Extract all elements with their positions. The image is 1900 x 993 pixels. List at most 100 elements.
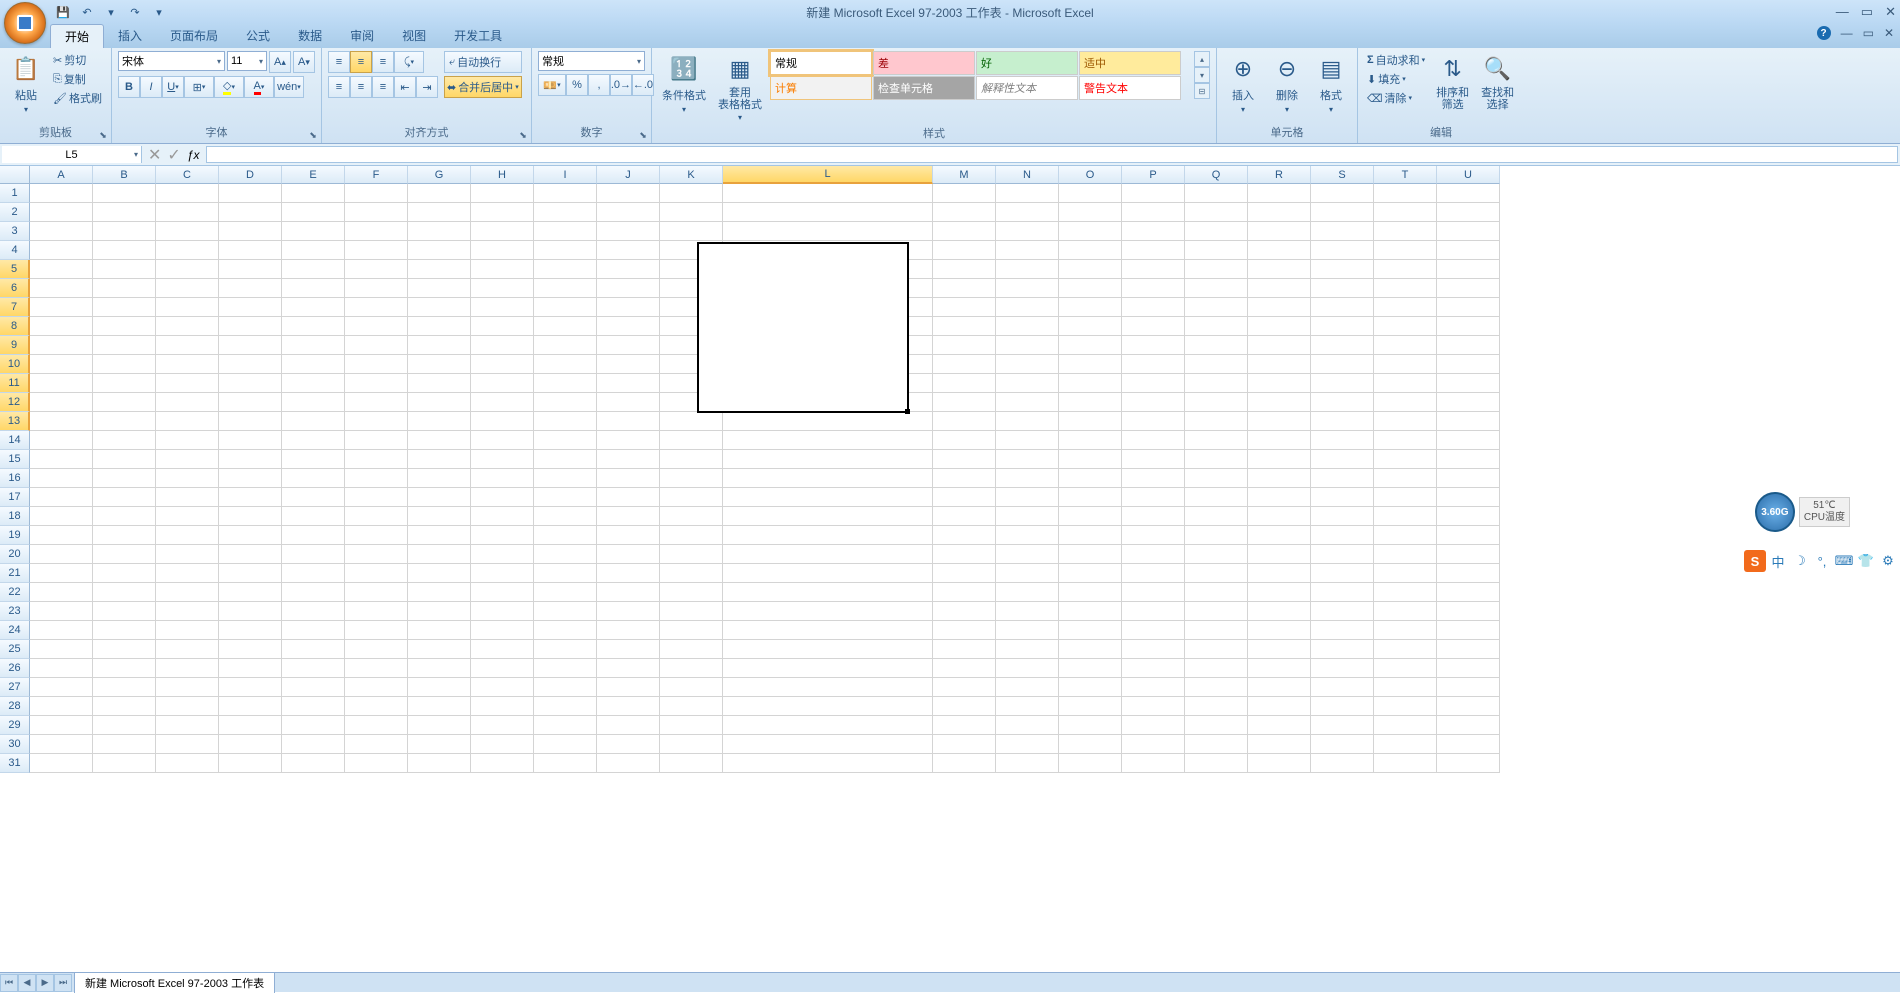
cell[interactable] xyxy=(597,716,660,735)
cell[interactable] xyxy=(723,678,933,697)
spreadsheet-grid[interactable]: ABCDEFGHIJKLMNOPQRSTU 123456789101112131… xyxy=(0,166,1900,786)
cell[interactable] xyxy=(471,754,534,773)
col-header-D[interactable]: D xyxy=(219,166,282,184)
cell[interactable] xyxy=(1059,203,1122,222)
cell[interactable] xyxy=(996,716,1059,735)
cell[interactable] xyxy=(660,564,723,583)
cell[interactable] xyxy=(1185,222,1248,241)
cell[interactable] xyxy=(156,735,219,754)
cell[interactable] xyxy=(471,678,534,697)
cell[interactable] xyxy=(93,279,156,298)
row-header-10[interactable]: 10 xyxy=(0,355,30,374)
cell[interactable] xyxy=(723,355,933,374)
cell[interactable] xyxy=(723,298,933,317)
cell[interactable] xyxy=(1437,203,1500,222)
col-header-N[interactable]: N xyxy=(996,166,1059,184)
cell[interactable] xyxy=(30,545,93,564)
cell[interactable] xyxy=(1311,203,1374,222)
cell[interactable] xyxy=(1185,450,1248,469)
tab-审阅[interactable]: 审阅 xyxy=(336,24,388,48)
cell[interactable] xyxy=(723,716,933,735)
cell[interactable] xyxy=(471,279,534,298)
cell[interactable] xyxy=(345,526,408,545)
row-header-26[interactable]: 26 xyxy=(0,659,30,678)
save-icon[interactable]: 💾 xyxy=(54,3,72,21)
cell[interactable] xyxy=(219,298,282,317)
row-header-17[interactable]: 17 xyxy=(0,488,30,507)
cell[interactable] xyxy=(408,697,471,716)
cell[interactable] xyxy=(933,260,996,279)
cell[interactable] xyxy=(597,393,660,412)
cell[interactable] xyxy=(345,298,408,317)
increase-indent-button[interactable]: ⇥ xyxy=(416,76,438,98)
cell[interactable] xyxy=(933,564,996,583)
row-header-24[interactable]: 24 xyxy=(0,621,30,640)
cell[interactable] xyxy=(219,697,282,716)
cell[interactable] xyxy=(1185,184,1248,203)
cell[interactable] xyxy=(534,279,597,298)
cell[interactable] xyxy=(1311,450,1374,469)
cell[interactable] xyxy=(996,317,1059,336)
cell[interactable] xyxy=(660,260,723,279)
border-button[interactable]: ⊞▾ xyxy=(184,76,214,98)
cell[interactable] xyxy=(1437,545,1500,564)
cell[interactable] xyxy=(534,488,597,507)
cell[interactable] xyxy=(219,374,282,393)
cell[interactable] xyxy=(1248,355,1311,374)
cell[interactable] xyxy=(996,203,1059,222)
select-all-corner[interactable] xyxy=(0,166,30,184)
cell[interactable] xyxy=(1311,545,1374,564)
cell[interactable] xyxy=(597,545,660,564)
cell[interactable] xyxy=(1374,678,1437,697)
cell[interactable] xyxy=(933,678,996,697)
cell[interactable] xyxy=(156,488,219,507)
cell[interactable] xyxy=(219,545,282,564)
cell[interactable] xyxy=(1185,355,1248,374)
cell[interactable] xyxy=(156,583,219,602)
cell[interactable] xyxy=(534,507,597,526)
merge-center-button[interactable]: ⬌合并后居中▾ xyxy=(444,76,522,98)
qat-more-icon[interactable]: ▾ xyxy=(150,3,168,21)
cell[interactable] xyxy=(723,374,933,393)
col-header-O[interactable]: O xyxy=(1059,166,1122,184)
cell[interactable] xyxy=(996,526,1059,545)
row-header-1[interactable]: 1 xyxy=(0,184,30,203)
row-header-21[interactable]: 21 xyxy=(0,564,30,583)
style-检查单元格[interactable]: 检查单元格 xyxy=(873,76,975,100)
cell[interactable] xyxy=(1374,203,1437,222)
cell[interactable] xyxy=(408,754,471,773)
cell[interactable] xyxy=(1437,412,1500,431)
cell[interactable] xyxy=(408,564,471,583)
cell[interactable] xyxy=(408,184,471,203)
cell[interactable] xyxy=(534,564,597,583)
cell[interactable] xyxy=(1185,678,1248,697)
cell[interactable] xyxy=(1185,754,1248,773)
cell[interactable] xyxy=(1311,659,1374,678)
cell[interactable] xyxy=(93,203,156,222)
cell[interactable] xyxy=(345,279,408,298)
cell[interactable] xyxy=(219,279,282,298)
cell[interactable] xyxy=(1374,260,1437,279)
gallery-down-icon[interactable]: ▾ xyxy=(1194,67,1210,83)
row-header-22[interactable]: 22 xyxy=(0,583,30,602)
cell[interactable] xyxy=(156,431,219,450)
cell[interactable] xyxy=(1059,640,1122,659)
cell[interactable] xyxy=(660,431,723,450)
cell[interactable] xyxy=(471,184,534,203)
cell[interactable] xyxy=(933,431,996,450)
cell[interactable] xyxy=(1374,621,1437,640)
cell[interactable] xyxy=(219,203,282,222)
cell[interactable] xyxy=(93,393,156,412)
col-header-G[interactable]: G xyxy=(408,166,471,184)
cell[interactable] xyxy=(282,412,345,431)
cell[interactable] xyxy=(534,754,597,773)
align-top-button[interactable]: ≡ xyxy=(328,51,350,73)
cell[interactable] xyxy=(1437,697,1500,716)
cell[interactable] xyxy=(282,241,345,260)
cell[interactable] xyxy=(996,279,1059,298)
cell[interactable] xyxy=(1437,450,1500,469)
cell[interactable] xyxy=(1374,716,1437,735)
cell[interactable] xyxy=(408,735,471,754)
cancel-formula-icon[interactable]: ✕ xyxy=(148,145,161,165)
cell[interactable] xyxy=(996,393,1059,412)
